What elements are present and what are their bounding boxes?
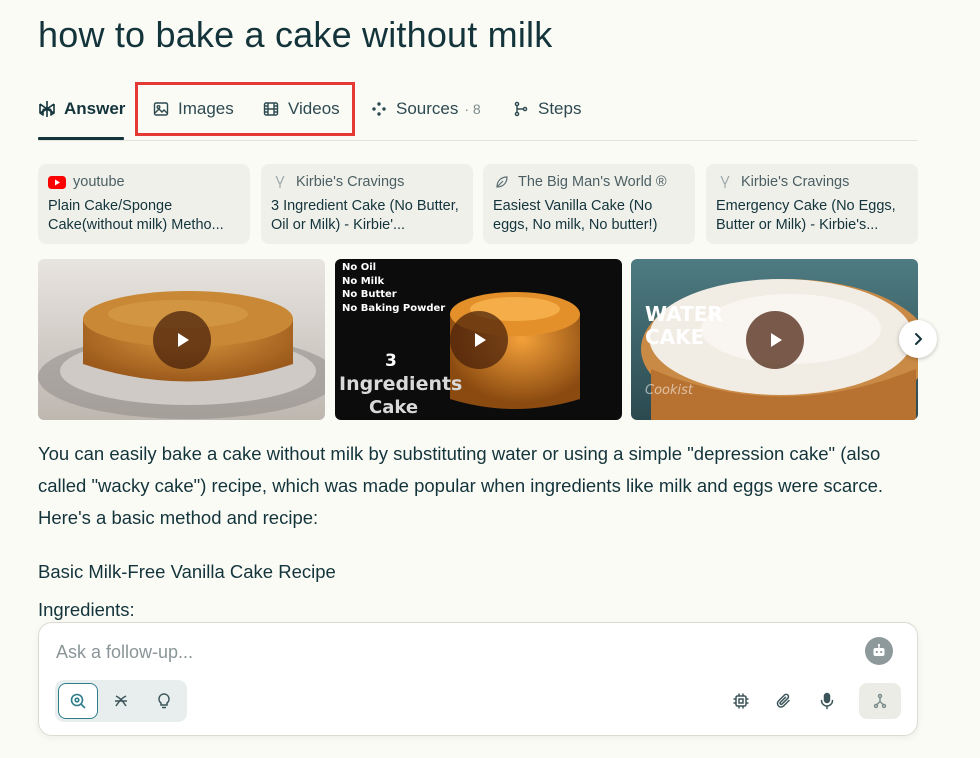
video-overlay-caption: Cake [369,397,419,418]
video-thumbnail[interactable]: No Oil No Milk No Butter No Baking Powde… [335,259,622,420]
mode-search-button[interactable] [58,683,98,719]
active-tab-indicator [38,137,124,140]
tab-steps-label: Steps [538,99,582,118]
source-cards: youtube Plain Cake/Sponge Cake(without m… [38,164,918,244]
lightbulb-icon [155,692,173,710]
tab-sources-label: Sources [396,99,459,118]
chip-icon [732,692,750,710]
source-card[interactable]: youtube Plain Cake/Sponge Cake(without m… [38,164,250,244]
tab-answer-label: Answer [64,99,126,118]
followup-input[interactable] [56,639,836,665]
page-title: how to bake a cake without milk [38,14,553,55]
source-card[interactable]: Kirbie's Cravings Emergency Cake (No Egg… [706,164,918,244]
source-card-header: Kirbie's Cravings [271,173,463,191]
attach-button[interactable] [767,684,801,718]
play-icon [152,310,211,369]
video-carousel: No Oil No Milk No Butter No Baking Powde… [38,259,918,420]
video-overlay-caption: Ingredients [339,373,463,395]
assistant-button[interactable] [865,637,893,665]
source-card-site: The Big Man's World ® [518,174,667,190]
image-icon [152,100,170,118]
mode-research-button[interactable] [101,683,141,719]
source-card-header: The Big Man's World ® [493,173,685,191]
whisk-icon [271,175,289,189]
source-card-title: Easiest Vanilla Cake (No eggs, No milk, … [493,198,658,233]
film-icon [262,100,280,118]
leaf-icon [493,175,511,189]
source-card-title: 3 Ingredient Cake (No Butter, Oil or Mil… [271,198,459,233]
video-overlay-number: 3 [385,351,397,371]
source-card-title: Emergency Cake (No Eggs, Butter or Milk)… [716,198,896,233]
video-overlay-line: WATER [645,302,723,326]
microphone-icon [818,692,836,710]
paperclip-icon [775,692,793,710]
video-overlay-line: CAKE [645,325,705,349]
video-overlay-line: No Milk [342,275,385,287]
source-card[interactable]: Kirbie's Cravings 3 Ingredient Cake (No … [261,164,473,244]
recipe-heading: Basic Milk-Free Vanilla Cake Recipe [38,561,336,582]
whisk-icon [716,175,734,189]
video-overlay-line: No Baking Powder [342,302,446,314]
tab-images[interactable]: Images [152,82,234,136]
model-chip-button[interactable] [724,684,758,718]
tab-videos-label: Videos [288,99,340,118]
search-icon [69,692,87,710]
tab-steps[interactable]: Steps [512,82,581,136]
video-overlay-title: WATER CAKE [645,303,723,349]
video-overlay-line: No Butter [342,289,397,300]
result-tabs: Answer Images Videos Sources · 8 Steps [38,82,918,141]
steps-icon [512,100,530,118]
source-card-header: Kirbie's Cravings [716,173,908,191]
tab-images-label: Images [178,99,234,118]
ingredients-heading: Ingredients: [38,599,135,620]
search-mode-selector [55,680,187,722]
chevron-right-icon [911,332,925,346]
tab-sources[interactable]: Sources · 8 [370,82,481,136]
source-card[interactable]: The Big Man's World ® Easiest Vanilla Ca… [483,164,695,244]
source-card-site: Kirbie's Cravings [741,174,850,190]
tab-videos[interactable]: Videos [262,82,340,136]
video-thumbnail[interactable]: WATER CAKE Cookist [631,259,918,420]
video-overlay-line: No Oil [342,262,377,273]
voice-mode-icon [872,693,888,709]
youtube-icon [48,175,66,189]
video-watermark: Cookist [645,383,693,398]
voice-input-button[interactable] [810,684,844,718]
followup-composer [38,622,918,736]
sources-count: · 8 [464,101,481,117]
answer-paragraph: You can easily bake a cake without milk … [38,443,884,528]
mode-labs-button[interactable] [144,683,184,719]
source-card-site: youtube [73,174,125,190]
research-icon [112,692,130,710]
video-thumbnail[interactable] [38,259,325,420]
play-icon [745,310,804,369]
sources-icon [370,100,388,118]
tab-answer[interactable]: Answer [38,82,125,136]
video-overlay-list: No Oil No Milk No Butter No Baking Powde… [342,261,445,315]
submit-button[interactable] [859,683,901,719]
robot-icon [871,643,887,659]
source-card-site: Kirbie's Cravings [296,174,405,190]
play-icon [449,310,508,369]
search-results-page: how to bake a cake without milk Answer I… [0,0,980,758]
carousel-next-button[interactable] [899,320,937,358]
source-card-header: youtube [48,173,240,191]
source-card-title: Plain Cake/Sponge Cake(without milk) Met… [48,198,224,233]
perplexity-logo-icon [38,100,56,118]
